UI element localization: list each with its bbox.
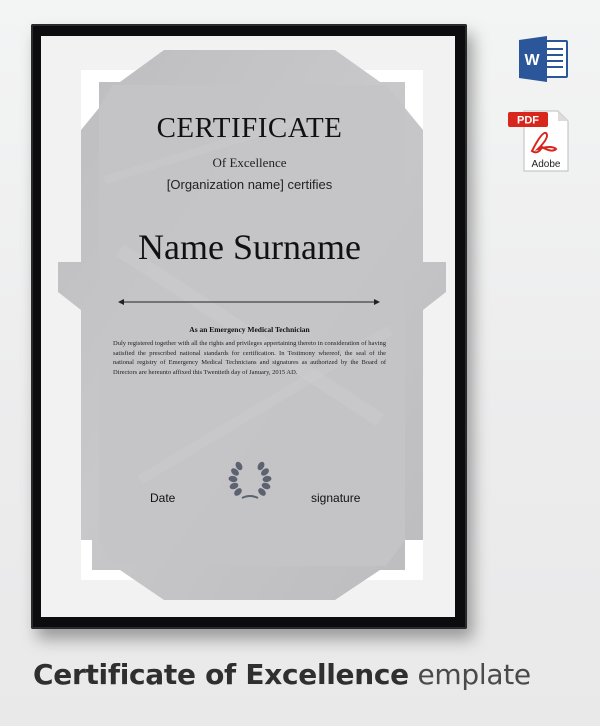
page-caption: Certificate of Excellence emplate	[33, 658, 573, 691]
certificate-subtitle: Of Excellence	[212, 155, 287, 170]
organization-line: [Organization name] certifies	[166, 177, 333, 192]
date-label: Date	[150, 491, 176, 505]
caption-bold: Certificate of Excellence	[33, 658, 409, 691]
pdf-badge-label: PDF	[517, 115, 539, 127]
certificate-body-text: Duly registered together with all the ri…	[113, 340, 386, 376]
pdf-brand-label: Adobe	[532, 159, 561, 170]
word-icon-letter: W	[524, 52, 540, 69]
laurel-wreath-icon	[228, 461, 272, 499]
caption-light: emplate	[408, 658, 531, 691]
recipient-name: Name Surname	[138, 227, 361, 267]
pdf-document-icon[interactable]: PDF Adobe	[508, 109, 570, 173]
certificate-role: As an Emergency Medical Technician	[189, 325, 310, 334]
certificate-title: CERTIFICATE	[156, 112, 343, 144]
signature-label: signature	[311, 491, 361, 505]
word-document-icon[interactable]: W	[519, 36, 569, 82]
double-arrow-divider	[118, 299, 380, 305]
